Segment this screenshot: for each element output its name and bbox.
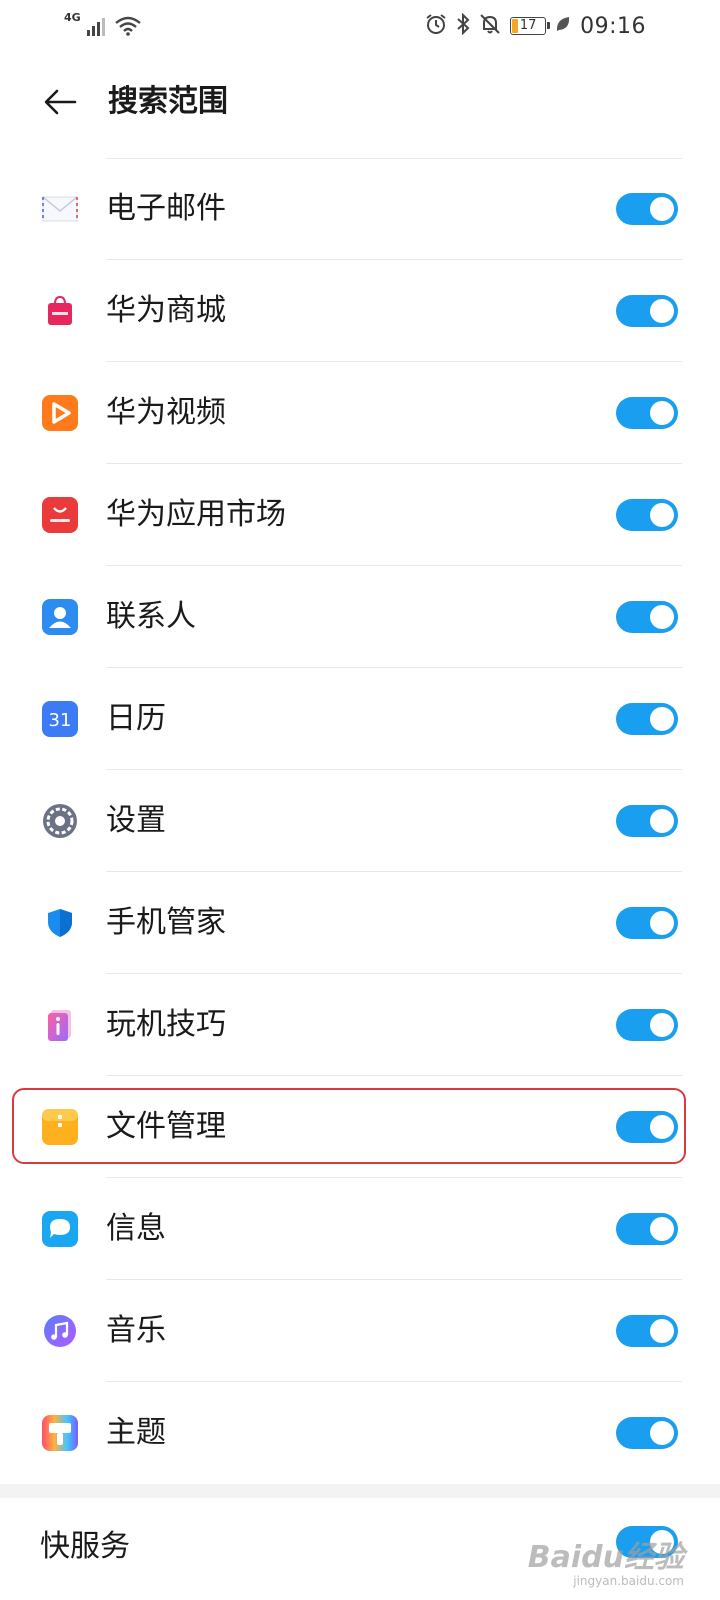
list-item-email[interactable]: 电子邮件 [0, 158, 720, 260]
item-label: 华为视频 [106, 395, 226, 430]
clock: 09:16 [580, 13, 646, 39]
status-left: 4G [64, 12, 141, 40]
item-label: 玩机技巧 [106, 1007, 226, 1042]
toggle-switch[interactable] [616, 499, 678, 531]
themes-icon [42, 1415, 78, 1451]
toggle-switch[interactable] [616, 295, 678, 327]
item-label: 手机管家 [106, 905, 226, 940]
list-item-themes[interactable]: 主题 [0, 1382, 720, 1484]
item-label: 华为商城 [106, 293, 226, 328]
bluetooth-icon [456, 12, 470, 39]
network-type: 4G [64, 11, 81, 24]
page-title: 搜索范围 [108, 84, 228, 119]
status-right: 17 09:16 [425, 12, 646, 40]
item-label: 电子邮件 [106, 191, 226, 226]
quick-service-label: 快服务 [40, 1529, 130, 1564]
leaf-icon [555, 15, 571, 37]
toggle-switch[interactable] [616, 601, 678, 633]
item-label: 音乐 [106, 1313, 166, 1348]
list-item-appgallery[interactable]: 华为应用市场 [0, 464, 720, 566]
vmall-icon [42, 293, 78, 329]
toggle-switch[interactable] [616, 1417, 678, 1449]
list-item-video[interactable]: 华为视频 [0, 362, 720, 464]
toggle-switch[interactable] [616, 193, 678, 225]
item-label: 主题 [106, 1415, 166, 1450]
list-item-calendar[interactable]: 31 日历 [0, 668, 720, 770]
watermark-main: Baidu经验 [527, 1540, 684, 1575]
list-item-contacts[interactable]: 联系人 [0, 566, 720, 668]
toggle-switch[interactable] [616, 1315, 678, 1347]
screen: 4G 17 09:16 搜索范围 电子邮件 华为商城 华为视频 华为应用市场 联… [0, 0, 720, 1600]
list-item-settings[interactable]: 设置 [0, 770, 720, 872]
back-button[interactable] [36, 78, 84, 126]
settings-icon [42, 803, 78, 839]
calendar-icon: 31 [42, 701, 78, 737]
item-label: 日历 [106, 701, 166, 736]
watermark-sub: jingyan.baidu.com [573, 1574, 684, 1588]
list-item-messages[interactable]: 信息 [0, 1178, 720, 1280]
messages-icon [42, 1211, 78, 1247]
item-label: 文件管理 [106, 1109, 226, 1144]
list-item-tips[interactable]: 玩机技巧 [0, 974, 720, 1076]
contacts-icon [42, 599, 78, 635]
battery-level: 17 [519, 18, 537, 33]
calendar-date: 31 [49, 710, 72, 731]
back-arrow-icon [44, 89, 77, 115]
toggle-switch[interactable] [616, 907, 678, 939]
toggle-switch[interactable] [616, 1009, 678, 1041]
video-icon [42, 395, 78, 431]
battery-icon: 17 [510, 17, 551, 35]
appgallery-icon [42, 497, 78, 533]
list-item-files[interactable]: 文件管理 [0, 1076, 720, 1178]
email-icon [42, 191, 78, 227]
files-icon [42, 1109, 78, 1145]
toggle-switch[interactable] [616, 397, 678, 429]
music-icon [42, 1313, 78, 1349]
item-label: 设置 [106, 803, 166, 838]
phone-manager-icon [42, 905, 78, 941]
watermark: Baidu经验 jingyan.baidu.com [527, 1540, 684, 1589]
toggle-switch[interactable] [616, 703, 678, 735]
alarm-icon [425, 13, 447, 39]
tips-icon [42, 1007, 78, 1043]
item-label: 华为应用市场 [106, 497, 286, 532]
list-item-vmall[interactable]: 华为商城 [0, 260, 720, 362]
toggle-switch[interactable] [616, 805, 678, 837]
mute-icon [479, 13, 501, 39]
search-scope-list: 电子邮件 华为商城 华为视频 华为应用市场 联系人 31 日历 设置 手机管家 … [0, 158, 720, 1484]
list-item-music[interactable]: 音乐 [0, 1280, 720, 1382]
section-gap [0, 1484, 720, 1498]
toggle-switch[interactable] [616, 1111, 678, 1143]
list-item-phone-manager[interactable]: 手机管家 [0, 872, 720, 974]
signal-icon [86, 16, 109, 40]
wifi-icon [114, 16, 141, 40]
header: 搜索范围 [0, 60, 720, 144]
item-label: 信息 [106, 1211, 166, 1246]
toggle-switch[interactable] [616, 1213, 678, 1245]
item-label: 联系人 [106, 599, 196, 634]
status-bar: 4G 17 09:16 [0, 0, 720, 52]
